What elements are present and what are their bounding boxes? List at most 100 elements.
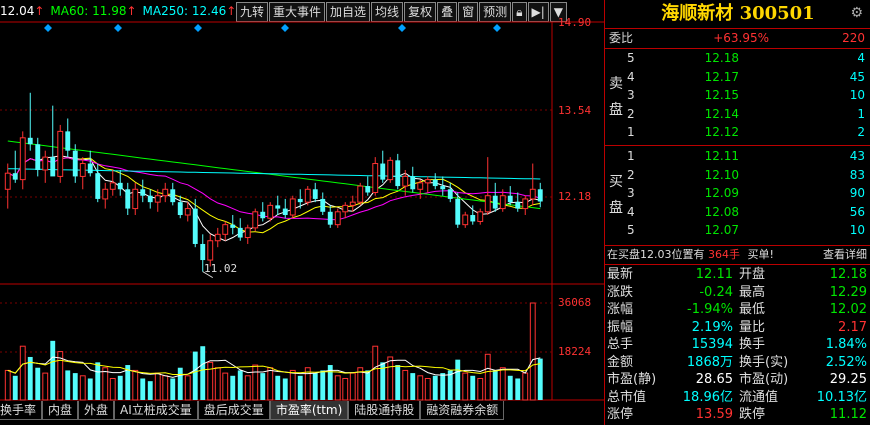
tab-margin-balance[interactable]: 融资融券余额 bbox=[420, 401, 505, 420]
sell-level-row[interactable]: 2 12.14 1 bbox=[627, 105, 870, 124]
stat-value: 18.96亿 bbox=[682, 389, 733, 405]
candle-body bbox=[529, 188, 536, 200]
candle-body bbox=[192, 208, 198, 244]
event-diamond-icon bbox=[44, 24, 52, 32]
stats-row: 金额 1868万 换手(实) 2.52% bbox=[605, 354, 870, 372]
candle-body bbox=[35, 144, 41, 170]
volume-axis-label: 36068 bbox=[558, 296, 592, 309]
buy-level-row[interactable]: 4 12.08 56 bbox=[627, 203, 870, 222]
volume-bar bbox=[162, 375, 169, 401]
sell-level-row[interactable]: 5 12.18 4 bbox=[627, 49, 870, 68]
volume-bar bbox=[230, 375, 236, 400]
candle-body bbox=[499, 195, 506, 210]
weibi-value: +63.95% bbox=[713, 31, 769, 45]
stat-label: 流通值 bbox=[739, 389, 779, 405]
candle-body bbox=[102, 188, 109, 200]
volume-bar bbox=[95, 362, 101, 400]
tab-afterhours-volume[interactable]: 盘后成交量 bbox=[197, 401, 270, 420]
volume-bar bbox=[260, 373, 266, 400]
sell-level-index: 3 bbox=[627, 88, 635, 102]
stat-value: 11.12 bbox=[829, 407, 867, 422]
volume-bar bbox=[184, 375, 191, 401]
buy-level-volume: 10 bbox=[849, 223, 865, 237]
ma10-line bbox=[7, 157, 541, 234]
candle-body bbox=[230, 224, 236, 228]
sell-side-label: 卖盘 bbox=[609, 76, 623, 118]
tab-inner-volume[interactable]: 内盘 bbox=[42, 401, 79, 420]
stat-value: 2.52% bbox=[825, 354, 867, 370]
kline-chart-area[interactable]: 12.04 ↑ MA60: 11.98 ↑ MA250: 12.46 ↑ 九转 … bbox=[0, 0, 604, 425]
volume-bar bbox=[312, 373, 318, 400]
candle-body bbox=[109, 182, 116, 190]
stat-label: 涨跌 bbox=[607, 284, 634, 300]
buy-level-index: 5 bbox=[627, 223, 635, 237]
sell-level-index: 1 bbox=[627, 125, 635, 139]
candle-body bbox=[170, 189, 176, 203]
buy-levels: 1 12.11 43 2 12.10 83 3 12.09 90 4 12.08 56 5 12.07 10 bbox=[627, 147, 870, 240]
candle-body bbox=[282, 208, 288, 216]
stat-label: 最高 bbox=[739, 284, 766, 300]
buy-level-row[interactable]: 2 12.10 83 bbox=[627, 166, 870, 185]
buy-level-price: 12.11 bbox=[704, 149, 739, 163]
stat-value: -1.94% bbox=[687, 302, 733, 317]
buy-level-row[interactable]: 5 12.07 10 bbox=[627, 221, 870, 240]
candle-body bbox=[395, 160, 401, 187]
volume-bar bbox=[252, 364, 259, 401]
stats-table: 最新 12.11 开盘 12.18 涨跌 -0.24 最高 12.29 涨幅 -1.94% 最低 12… bbox=[605, 266, 870, 424]
weibi-label: 委比 bbox=[609, 31, 634, 45]
candle-body bbox=[447, 189, 453, 199]
volume-bar bbox=[387, 356, 394, 401]
candle-body bbox=[507, 195, 513, 203]
volume-bar bbox=[102, 367, 109, 401]
buy-level-row[interactable]: 3 12.09 90 bbox=[627, 184, 870, 203]
event-diamond-icon bbox=[194, 24, 202, 32]
view-detail-link[interactable]: 查看详细 bbox=[823, 246, 867, 264]
candle-body bbox=[410, 176, 416, 190]
candle-body bbox=[515, 202, 521, 209]
sell-level-price: 12.17 bbox=[704, 69, 739, 84]
tab-turnover[interactable]: 换手率 bbox=[0, 401, 43, 420]
sell-level-row[interactable]: 1 12.12 2 bbox=[627, 123, 870, 142]
sell-level-price: 12.12 bbox=[704, 125, 739, 139]
price-axis-label: 12.18 bbox=[558, 190, 592, 203]
candle-body bbox=[365, 186, 371, 193]
candle-body bbox=[267, 204, 274, 219]
ma-lines bbox=[7, 140, 541, 242]
buy-level-volume: 90 bbox=[849, 186, 865, 200]
sell-level-volume: 2 bbox=[857, 125, 865, 139]
tab-northbound[interactable]: 陆股通持股 bbox=[348, 401, 421, 420]
tab-ai-volume[interactable]: AI立桩成交量 bbox=[114, 401, 198, 420]
stat-label: 金额 bbox=[607, 354, 634, 370]
stat-value: -0.24 bbox=[699, 284, 733, 300]
tab-pe-ttm[interactable]: 市盈率(ttm) bbox=[269, 401, 349, 420]
candle-body bbox=[522, 198, 529, 210]
volume-bar bbox=[320, 370, 326, 400]
candle-body bbox=[462, 214, 469, 226]
stat-label: 开盘 bbox=[739, 267, 766, 282]
volume-bar bbox=[349, 372, 356, 401]
gear-icon[interactable]: ⚙ bbox=[850, 5, 863, 21]
stock-name: 海顺新材 bbox=[661, 3, 734, 24]
volume-bar bbox=[417, 375, 424, 401]
tab-outer-volume[interactable]: 外盘 bbox=[78, 401, 115, 420]
buy-level-row[interactable]: 1 12.11 43 bbox=[627, 147, 870, 166]
volume-bar bbox=[109, 377, 116, 401]
volume-bar bbox=[237, 370, 243, 400]
volume-bar bbox=[267, 367, 274, 401]
candle-body bbox=[140, 189, 146, 196]
stat-label: 最新 bbox=[607, 267, 634, 282]
candle-body bbox=[117, 182, 123, 190]
sell-level-row[interactable]: 3 12.15 10 bbox=[627, 86, 870, 105]
indicator-tabs: 换手率 内盘 外盘 AI立桩成交量 盘后成交量 市盈率(ttm) 陆股通持股 融… bbox=[0, 401, 505, 420]
stats-row: 最新 12.11 开盘 12.18 bbox=[605, 266, 870, 284]
candle-body bbox=[477, 211, 484, 222]
sell-level-row[interactable]: 4 12.17 45 bbox=[627, 68, 870, 87]
volume-bar bbox=[522, 372, 529, 401]
candle-body bbox=[79, 163, 86, 177]
stat-label: 量比 bbox=[739, 319, 766, 335]
candle-body bbox=[424, 179, 431, 184]
volume-bar bbox=[87, 378, 93, 400]
stat-value: 12.02 bbox=[829, 302, 867, 317]
sell-level-index: 2 bbox=[627, 106, 635, 121]
candle-body bbox=[537, 189, 543, 202]
